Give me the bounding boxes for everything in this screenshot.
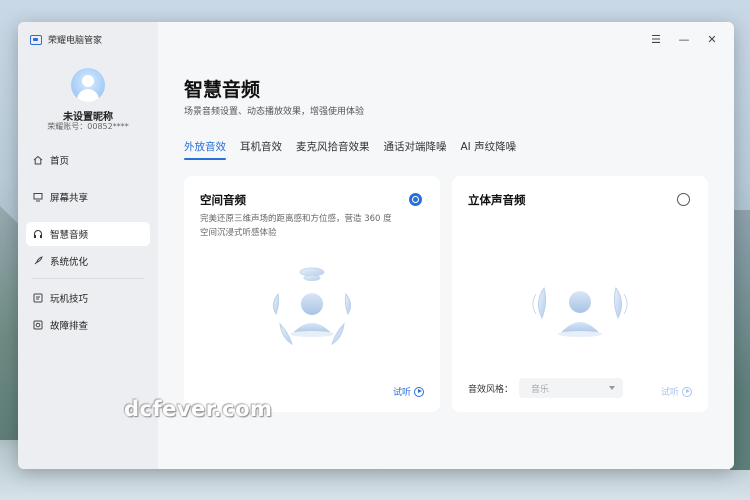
play-icon <box>682 386 692 397</box>
spatial-audio-illustration <box>272 267 352 346</box>
tab-speaker-effects[interactable]: 外放音效 <box>184 139 226 160</box>
spatial-listen-button[interactable]: 试听 <box>393 385 424 398</box>
sidebar-item-label: 系统优化 <box>50 257 89 268</box>
card-title: 空间音频 <box>200 193 246 207</box>
close-button[interactable]: ✕ <box>698 30 726 48</box>
tab-call-noise-reduction[interactable]: 通话对端降噪 <box>384 139 447 160</box>
sidebar-item-label: 屏幕共享 <box>50 193 89 204</box>
account-id: 荣耀账号：00852**** <box>47 122 129 131</box>
home-icon <box>33 155 43 165</box>
tips-icon <box>33 293 43 303</box>
window-controls: ☰ — ✕ <box>642 30 726 48</box>
card-title: 立体声音频 <box>468 193 526 207</box>
stereo-audio-radio[interactable] <box>677 193 690 206</box>
card-description: 完美还原三维声场的距离感和方位感，营造 360 度空间沉浸式听感体验 <box>200 214 392 238</box>
minimize-icon: — <box>678 32 690 46</box>
sidebar-item-label: 智慧音频 <box>50 230 89 241</box>
stereo-listen-button[interactable]: 试听 <box>661 385 692 398</box>
rocket-icon <box>33 256 43 266</box>
stereo-audio-illustration <box>532 286 628 337</box>
sidebar-divider <box>32 278 144 279</box>
menu-button[interactable]: ☰ <box>642 30 670 48</box>
tab-mic-pickup[interactable]: 麦克风拾音效果 <box>296 139 370 160</box>
listen-label: 试听 <box>392 388 411 398</box>
play-icon <box>414 386 424 397</box>
effect-style-row: 音效风格： 音乐 <box>468 378 624 398</box>
page-subtitle: 场景音频设置、动态播放效果，增强使用体验 <box>184 107 365 117</box>
spatial-audio-radio[interactable] <box>409 193 422 206</box>
sidebar-item-smart-audio[interactable]: 智慧音频 <box>26 222 150 246</box>
watermark: dcfever.com <box>124 397 273 421</box>
effect-style-select[interactable]: 音乐 <box>519 378 624 398</box>
minimize-button[interactable]: — <box>670 30 698 48</box>
screen-share-icon <box>33 192 43 202</box>
sidebar-item-label: 故障排查 <box>50 321 89 332</box>
listen-label: 试听 <box>660 388 679 398</box>
menu-icon: ☰ <box>651 32 661 46</box>
sidebar-item-screen-share[interactable]: 屏幕共享 <box>26 185 150 209</box>
sidebar-item-home[interactable]: 首页 <box>26 148 150 172</box>
tab-ai-voiceprint[interactable]: AI 声纹降噪 <box>461 139 517 160</box>
chevron-down-icon <box>609 386 616 390</box>
sidebar-item-label: 玩机技巧 <box>50 294 89 305</box>
avatar[interactable] <box>71 68 105 102</box>
headphones-icon <box>33 229 43 239</box>
app-title-bar: 荣耀电脑管家 <box>30 33 102 46</box>
effect-style-value: 音乐 <box>531 384 550 395</box>
close-icon: ✕ <box>707 32 717 46</box>
stereo-audio-card[interactable]: 立体声音频 音效风格： 音乐 试听 <box>452 176 708 412</box>
app-title: 荣耀电脑管家 <box>48 36 103 46</box>
page-title: 智慧音频 <box>184 79 261 101</box>
sidebar-item-label: 首页 <box>50 156 70 167</box>
tab-headphone-effects[interactable]: 耳机音效 <box>240 139 282 160</box>
troubleshoot-icon <box>33 320 43 330</box>
sidebar-item-troubleshoot[interactable]: 故障排查 <box>26 313 150 337</box>
app-logo-icon <box>30 34 42 45</box>
sidebar-item-system-optimize[interactable]: 系统优化 <box>26 249 150 273</box>
tab-bar: 外放音效 耳机音效 麦克风拾音效果 通话对端降噪 AI 声纹降噪 <box>184 139 516 160</box>
sidebar-item-tips[interactable]: 玩机技巧 <box>26 286 150 310</box>
spatial-audio-card[interactable]: 空间音频 完美还原三维声场的距离感和方位感，营造 360 度空间沉浸式听感体验 <box>184 176 440 412</box>
effect-style-label: 音效风格： <box>468 384 514 395</box>
